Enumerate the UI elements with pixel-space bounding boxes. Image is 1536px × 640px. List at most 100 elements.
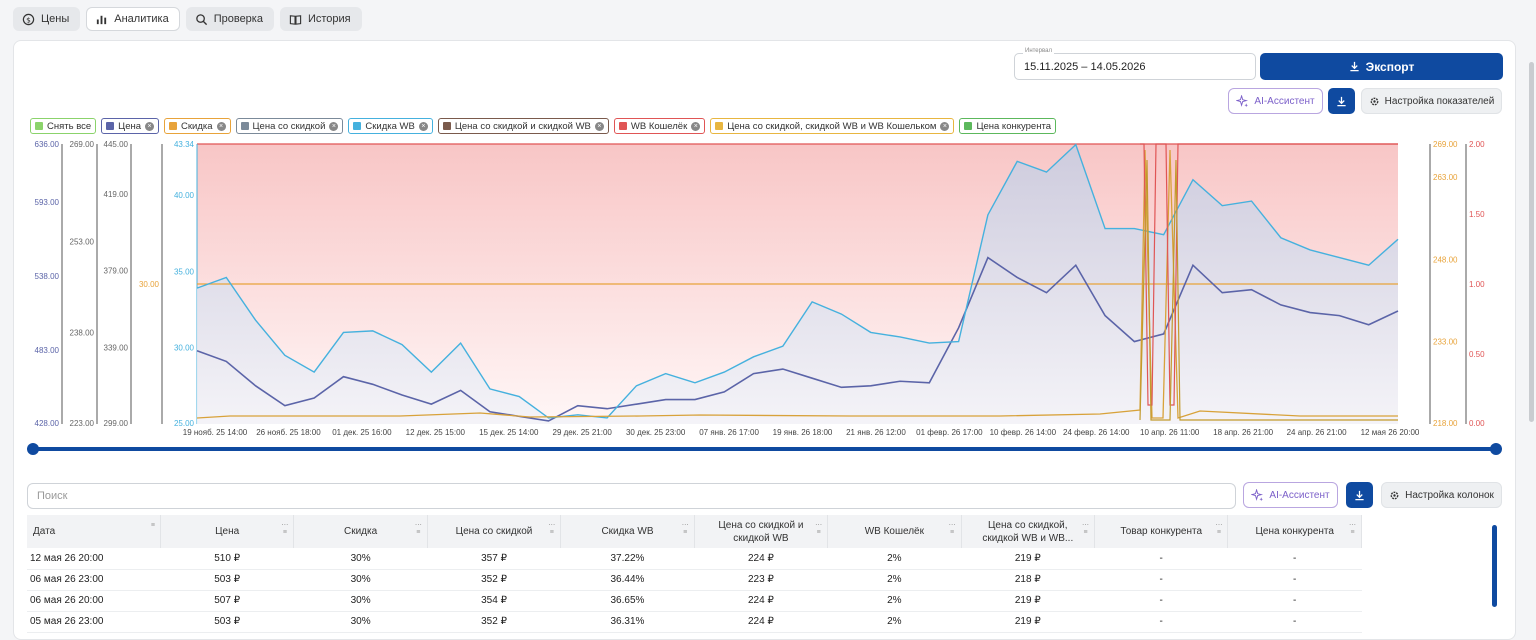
price-chart[interactable]: 636.00 593.00 538.00 483.00 428.00 269.00 253.…	[0, 136, 1536, 442]
legend-item-discounted-price[interactable]: Цена со скидкой ×	[235, 118, 344, 134]
column-title: WB Кошелёк	[864, 526, 924, 537]
book-icon	[289, 14, 302, 25]
close-icon[interactable]: ×	[940, 121, 950, 131]
table-scrollbar[interactable]	[1492, 525, 1497, 607]
y-tick-label: 0.50	[1469, 350, 1485, 359]
legend-item-price-wb-wallet[interactable]: Цена со скидкой, скидкой WB и WB Кошельк…	[710, 118, 955, 134]
column-header-price-wb-wallet[interactable]: Цена со скидкой, скидкой WB и WB... ⋯ ≡	[961, 515, 1096, 548]
export-button[interactable]: Экспорт	[1260, 53, 1503, 80]
legend-item-wb-discount[interactable]: Скидка WB ×	[348, 118, 433, 134]
ai-assistant-button-table[interactable]: AI-Ассистент	[1243, 482, 1338, 508]
legend-label: Цена со скидкой	[252, 120, 326, 132]
metrics-settings-button[interactable]: Настройка показателей	[1361, 88, 1502, 114]
table-row[interactable]: 05 мая 26 23:00 503 ₽30% 352 ₽36.31% 224 ₽2…	[27, 611, 1362, 633]
table-row[interactable]: 06 мая 26 20:00 507 ₽30% 354 ₽36.65% 224 ₽2…	[27, 590, 1362, 612]
tab-prices[interactable]: $ Цены	[13, 7, 81, 31]
range-start-handle[interactable]	[27, 443, 39, 455]
y-tick-label: 483.00	[35, 346, 60, 355]
table-cell: 30%	[293, 569, 428, 591]
column-header-price-wb[interactable]: Цена со скидкой и скидкой WB ⋯ ≡	[694, 515, 829, 548]
y-tick-label: 593.00	[35, 198, 60, 207]
close-icon[interactable]: ×	[216, 121, 226, 131]
y-tick-label: 428.00	[35, 419, 60, 428]
table-cell: 37.22%	[560, 548, 695, 570]
legend-item-price[interactable]: Цена ×	[101, 118, 160, 134]
search-icon	[195, 13, 207, 25]
close-icon[interactable]: ×	[594, 121, 604, 131]
search-input[interactable]: Поиск	[27, 483, 1236, 509]
menu-icon[interactable]: ⋯ ≡	[1349, 522, 1356, 536]
menu-icon[interactable]: ⋯ ≡	[281, 522, 288, 536]
y-tick-label: 30.00	[174, 344, 195, 353]
menu-icon[interactable]: ⋯ ≡	[1082, 522, 1089, 536]
table-header-row: Дата ≡ Цена ⋯ ≡ Скидка ⋯ ≡ Цена со скидкой ⋯ ≡ …	[27, 515, 1362, 548]
table-row[interactable]: 12 мая 26 20:00 510 ₽30% 357 ₽37.22% 224 ₽2…	[27, 548, 1362, 570]
column-header-discount[interactable]: Скидка ⋯ ≡	[293, 515, 428, 548]
x-tick-label: 01 дек. 25 16:00	[332, 428, 392, 437]
x-tick-label: 10 апр. 26 11:00	[1140, 428, 1200, 437]
y-tick-label: 218.00	[1433, 419, 1458, 428]
column-header-wb-discount[interactable]: Скидка WB ⋯ ≡	[560, 515, 695, 548]
x-tick-label: 30 дек. 25 23:00	[626, 428, 686, 437]
table-cell: -	[1094, 569, 1228, 591]
close-icon[interactable]: ×	[145, 121, 155, 131]
table-cell: 223 ₽	[694, 569, 828, 591]
download-table-button[interactable]	[1346, 482, 1373, 508]
menu-icon[interactable]: ≡	[151, 522, 155, 529]
column-header-competitor-price[interactable]: Цена конкурента ⋯ ≡	[1227, 515, 1362, 548]
download-chart-button[interactable]	[1328, 88, 1355, 114]
legend-item-discount[interactable]: Скидка ×	[164, 118, 231, 134]
close-icon[interactable]: ×	[691, 121, 701, 131]
tab-analytics[interactable]: Аналитика	[86, 7, 180, 31]
legend-item-competitor[interactable]: Цена конкурента	[959, 118, 1056, 134]
y-tick-label: 253.00	[70, 237, 95, 246]
ai-assistant-button-chart[interactable]: AI-Ассистент	[1228, 88, 1323, 114]
close-icon[interactable]: ×	[329, 121, 339, 131]
table-cell: 352 ₽	[427, 611, 561, 633]
column-header-wb-wallet[interactable]: WB Кошелёк ⋯ ≡	[827, 515, 962, 548]
x-tick-label: 24 апр. 26 21:00	[1287, 428, 1347, 437]
tab-history-label: История	[307, 13, 351, 25]
table-cell: 219 ₽	[961, 611, 1095, 633]
menu-icon[interactable]: ⋯ ≡	[1215, 522, 1222, 536]
column-header-date[interactable]: Дата ≡	[27, 515, 161, 548]
menu-icon[interactable]: ⋯ ≡	[415, 522, 422, 536]
menu-icon[interactable]: ⋯ ≡	[682, 522, 689, 536]
column-title: Скидка	[344, 526, 378, 537]
y-tick-label: 35.00	[174, 267, 195, 276]
columns-settings-button[interactable]: Настройка колонок	[1381, 482, 1502, 508]
tab-history[interactable]: История	[279, 7, 362, 31]
column-header-discounted-price[interactable]: Цена со скидкой ⋯ ≡	[427, 515, 562, 548]
y-tick-label: 25.00	[174, 419, 195, 428]
x-tick-label: 12 дек. 25 15:00	[406, 428, 466, 437]
menu-icon[interactable]: ⋯ ≡	[548, 522, 555, 536]
table-cell: 12 мая 26 20:00	[27, 548, 161, 570]
legend-deselect-all[interactable]: Снять все	[30, 118, 97, 134]
interval-field[interactable]: Интервал 15.11.2025 – 14.05.2026	[1014, 48, 1256, 80]
legend-item-price-wb[interactable]: Цена со скидкой и скидкой WB ×	[437, 118, 609, 134]
menu-icon[interactable]: ⋯ ≡	[949, 522, 956, 536]
range-slider[interactable]	[33, 447, 1496, 451]
bar-chart-icon	[97, 15, 107, 24]
tab-check[interactable]: Проверка	[185, 7, 274, 31]
legend-swatch	[169, 122, 178, 130]
table-cell: 354 ₽	[427, 590, 561, 612]
interval-label: Интервал	[1023, 48, 1054, 54]
table-cell: 357 ₽	[427, 548, 561, 570]
table-cell: 06 мая 26 23:00	[27, 569, 161, 591]
column-header-price[interactable]: Цена ⋯ ≡	[160, 515, 295, 548]
column-header-competitor-product[interactable]: Товар конкурента ⋯ ≡	[1094, 515, 1229, 548]
page-scrollbar[interactable]	[1529, 62, 1534, 422]
close-icon[interactable]: ×	[418, 121, 428, 131]
x-tick-label: 26 нояб. 25 18:00	[256, 428, 321, 437]
menu-icon[interactable]: ⋯ ≡	[815, 522, 822, 536]
table-row[interactable]: 06 мая 26 23:00 503 ₽30% 352 ₽36.44% 223 ₽2…	[27, 569, 1362, 591]
ai-label-chart: AI-Ассистент	[1254, 95, 1315, 107]
tab-analytics-label: Аналитика	[114, 13, 169, 25]
legend-item-wb-wallet[interactable]: WB Кошелёк ×	[613, 118, 706, 134]
y-tick-label: 2.00	[1469, 140, 1485, 149]
y-tick-label: 445.00	[104, 140, 129, 149]
y-tick-label: 1.00	[1469, 280, 1485, 289]
range-end-handle[interactable]	[1490, 443, 1502, 455]
x-tick-label: 12 мая 26 20:00	[1361, 428, 1420, 437]
